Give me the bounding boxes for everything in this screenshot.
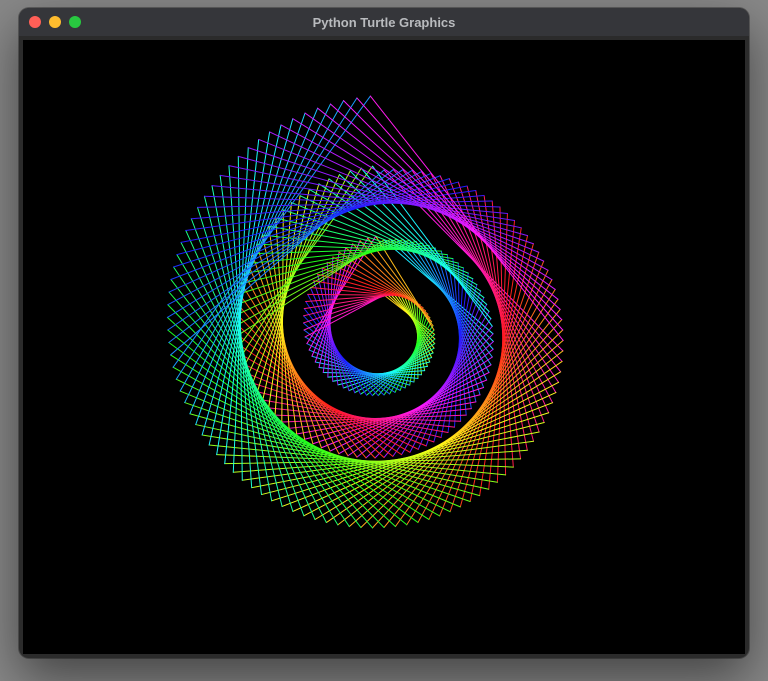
window-title: Python Turtle Graphics: [19, 15, 749, 30]
turtle-canvas: [23, 40, 745, 654]
traffic-lights: [29, 16, 81, 28]
app-window: Python Turtle Graphics: [19, 8, 749, 658]
minimize-icon[interactable]: [49, 16, 61, 28]
titlebar[interactable]: Python Turtle Graphics: [19, 8, 749, 36]
close-icon[interactable]: [29, 16, 41, 28]
spirograph-drawing: [23, 40, 745, 654]
maximize-icon[interactable]: [69, 16, 81, 28]
